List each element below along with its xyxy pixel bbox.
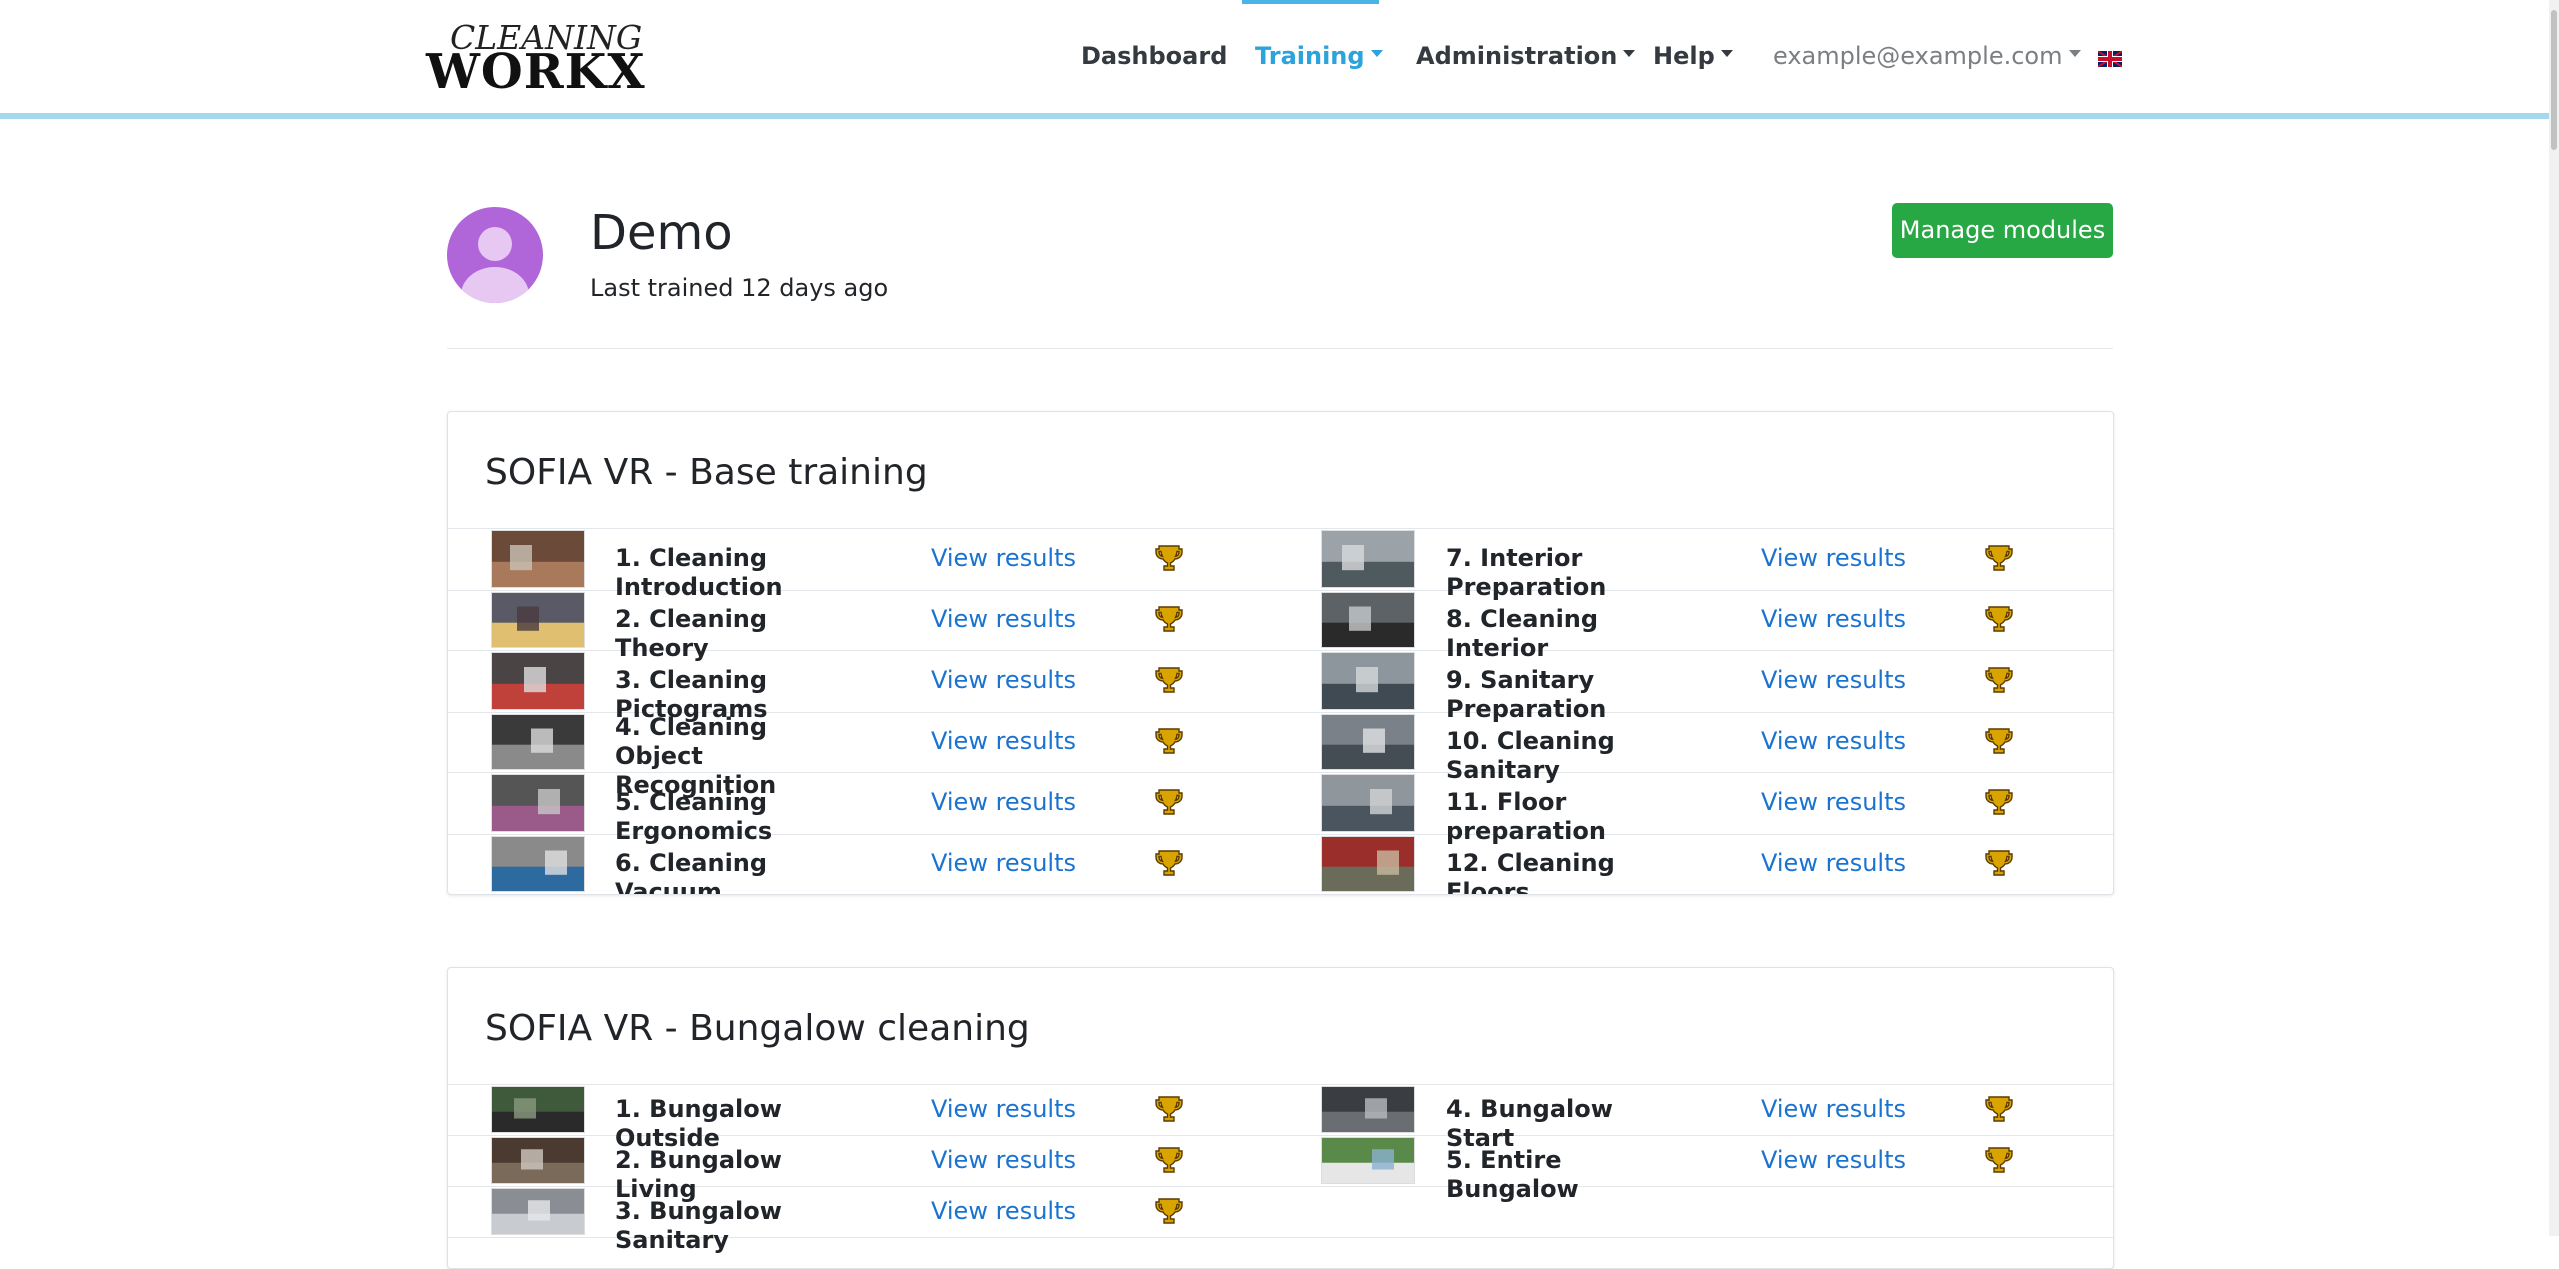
profile-divider <box>447 348 2113 349</box>
module-thumbnail <box>491 1137 585 1184</box>
nav-user-dropdown[interactable]: example@example.com <box>1773 42 2081 70</box>
module-thumbnail <box>491 714 585 770</box>
module-name: 7. Interior Preparation <box>1446 544 1607 601</box>
module-thumbnail <box>491 592 585 648</box>
logo-bottom-text: WORKX <box>426 44 646 100</box>
module-name: 12. Cleaning Floors <box>1446 849 1615 895</box>
module-thumbnail <box>1321 714 1415 770</box>
trophy-icon[interactable] <box>1985 1094 2013 1124</box>
nav-administration-label: Administration <box>1416 42 1618 70</box>
manage-modules-button[interactable]: Manage modules <box>1892 203 2113 258</box>
chevron-down-icon <box>1370 49 1383 57</box>
view-results-link[interactable]: View results <box>931 788 1076 816</box>
module-thumbnail <box>491 1086 585 1133</box>
module-thumbnail <box>1321 530 1415 588</box>
course-card: SOFIA VR - Bungalow cleaning 1. Bungalow… <box>447 967 2114 1269</box>
module-thumbnail <box>1321 774 1415 832</box>
user-avatar-icon <box>447 207 543 303</box>
trophy-icon[interactable] <box>1985 726 2013 756</box>
module-name: 1. Cleaning Introduction <box>615 544 783 601</box>
module-name: 2. Cleaning Theory <box>615 605 768 662</box>
scrollbar-thumb[interactable] <box>2551 10 2557 150</box>
module-thumbnail <box>491 652 585 710</box>
trophy-icon[interactable] <box>1155 604 1183 634</box>
view-results-link[interactable]: View results <box>1761 788 1906 816</box>
module-thumbnail <box>1321 1086 1415 1133</box>
profile-name: Demo <box>590 205 733 261</box>
trophy-icon[interactable] <box>1155 1145 1183 1175</box>
module-name: 4. Cleaning Object Recognition <box>615 713 777 799</box>
trophy-icon[interactable] <box>1155 787 1183 817</box>
module-name: 3. Bungalow Sanitary <box>615 1197 782 1254</box>
module-name: 4. Bungalow Start <box>1446 1095 1613 1152</box>
module-thumbnail <box>491 530 585 588</box>
view-results-link[interactable]: View results <box>931 727 1076 755</box>
view-results-link[interactable]: View results <box>1761 1146 1906 1174</box>
view-results-link[interactable]: View results <box>1761 849 1906 877</box>
module-thumbnail <box>491 774 585 832</box>
trophy-icon[interactable] <box>1985 787 2013 817</box>
view-results-link[interactable]: View results <box>1761 1095 1906 1123</box>
nav-administration-dropdown[interactable]: Administration <box>1416 42 1636 70</box>
trophy-icon[interactable] <box>1155 848 1183 878</box>
view-results-link[interactable]: View results <box>1761 727 1906 755</box>
chevron-down-icon <box>1720 49 1733 57</box>
module-thumbnail <box>491 1188 585 1235</box>
nav-help-dropdown[interactable]: Help <box>1653 42 1733 70</box>
active-nav-indicator <box>1242 0 1379 4</box>
module-thumbnail <box>491 836 585 892</box>
chevron-down-icon <box>1623 49 1636 57</box>
last-trained-text: Last trained 12 days ago <box>590 274 889 302</box>
module-thumbnail <box>1321 652 1415 710</box>
nav-user-email: example@example.com <box>1773 42 2063 70</box>
module-name: 2. Bungalow Living <box>615 1146 782 1203</box>
view-results-link[interactable]: View results <box>931 1146 1076 1174</box>
course-title: SOFIA VR - Base training <box>485 452 928 493</box>
cleaningworkx-logo[interactable]: CLEANING WORKX <box>426 18 645 100</box>
view-results-link[interactable]: View results <box>931 666 1076 694</box>
nav-training-label: Training <box>1255 42 1365 70</box>
module-thumbnail <box>1321 1137 1415 1184</box>
trophy-icon[interactable] <box>1155 1196 1183 1226</box>
row-divider <box>448 1084 2113 1085</box>
chevron-down-icon <box>2068 49 2081 57</box>
view-results-link[interactable]: View results <box>931 544 1076 572</box>
view-results-link[interactable]: View results <box>931 1095 1076 1123</box>
trophy-icon[interactable] <box>1985 604 2013 634</box>
course-title: SOFIA VR - Bungalow cleaning <box>485 1008 1030 1049</box>
module-thumbnail <box>1321 592 1415 648</box>
nav-dashboard[interactable]: Dashboard <box>1081 42 1227 70</box>
trophy-icon[interactable] <box>1985 1145 2013 1175</box>
module-name: 5. Cleaning Ergonomics <box>615 788 773 845</box>
top-navbar: CLEANING WORKX Dashboard Training Admini… <box>0 0 2559 113</box>
module-name: 1. Bungalow Outside <box>615 1095 782 1152</box>
uk-flag-icon[interactable] <box>2098 51 2122 67</box>
course-card: SOFIA VR - Base training 1. Cleaning Int… <box>447 411 2114 895</box>
module-name: 10. Cleaning Sanitary <box>1446 727 1615 784</box>
trophy-icon[interactable] <box>1155 726 1183 756</box>
module-name: 5. Entire Bungalow <box>1446 1146 1579 1203</box>
trophy-icon[interactable] <box>1985 848 2013 878</box>
navbar-underline <box>0 113 2559 119</box>
row-divider <box>448 528 2113 529</box>
view-results-link[interactable]: View results <box>931 1197 1076 1225</box>
trophy-icon[interactable] <box>1985 543 2013 573</box>
trophy-icon[interactable] <box>1155 543 1183 573</box>
view-results-link[interactable]: View results <box>1761 544 1906 572</box>
trophy-icon[interactable] <box>1985 665 2013 695</box>
trophy-icon[interactable] <box>1155 1094 1183 1124</box>
nav-training-dropdown[interactable]: Training <box>1255 42 1383 70</box>
view-results-link[interactable]: View results <box>1761 605 1906 633</box>
trophy-icon[interactable] <box>1155 665 1183 695</box>
page-scrollbar[interactable] <box>2549 0 2559 1236</box>
module-name: 8. Cleaning Interior <box>1446 605 1599 662</box>
view-results-link[interactable]: View results <box>931 605 1076 633</box>
module-name: 11. Floor preparation <box>1446 788 1606 845</box>
nav-help-label: Help <box>1653 42 1715 70</box>
module-name: 9. Sanitary Preparation <box>1446 666 1607 723</box>
view-results-link[interactable]: View results <box>931 849 1076 877</box>
module-name: 6. Cleaning Vacuum <box>615 849 768 895</box>
module-thumbnail <box>1321 836 1415 892</box>
view-results-link[interactable]: View results <box>1761 666 1906 694</box>
